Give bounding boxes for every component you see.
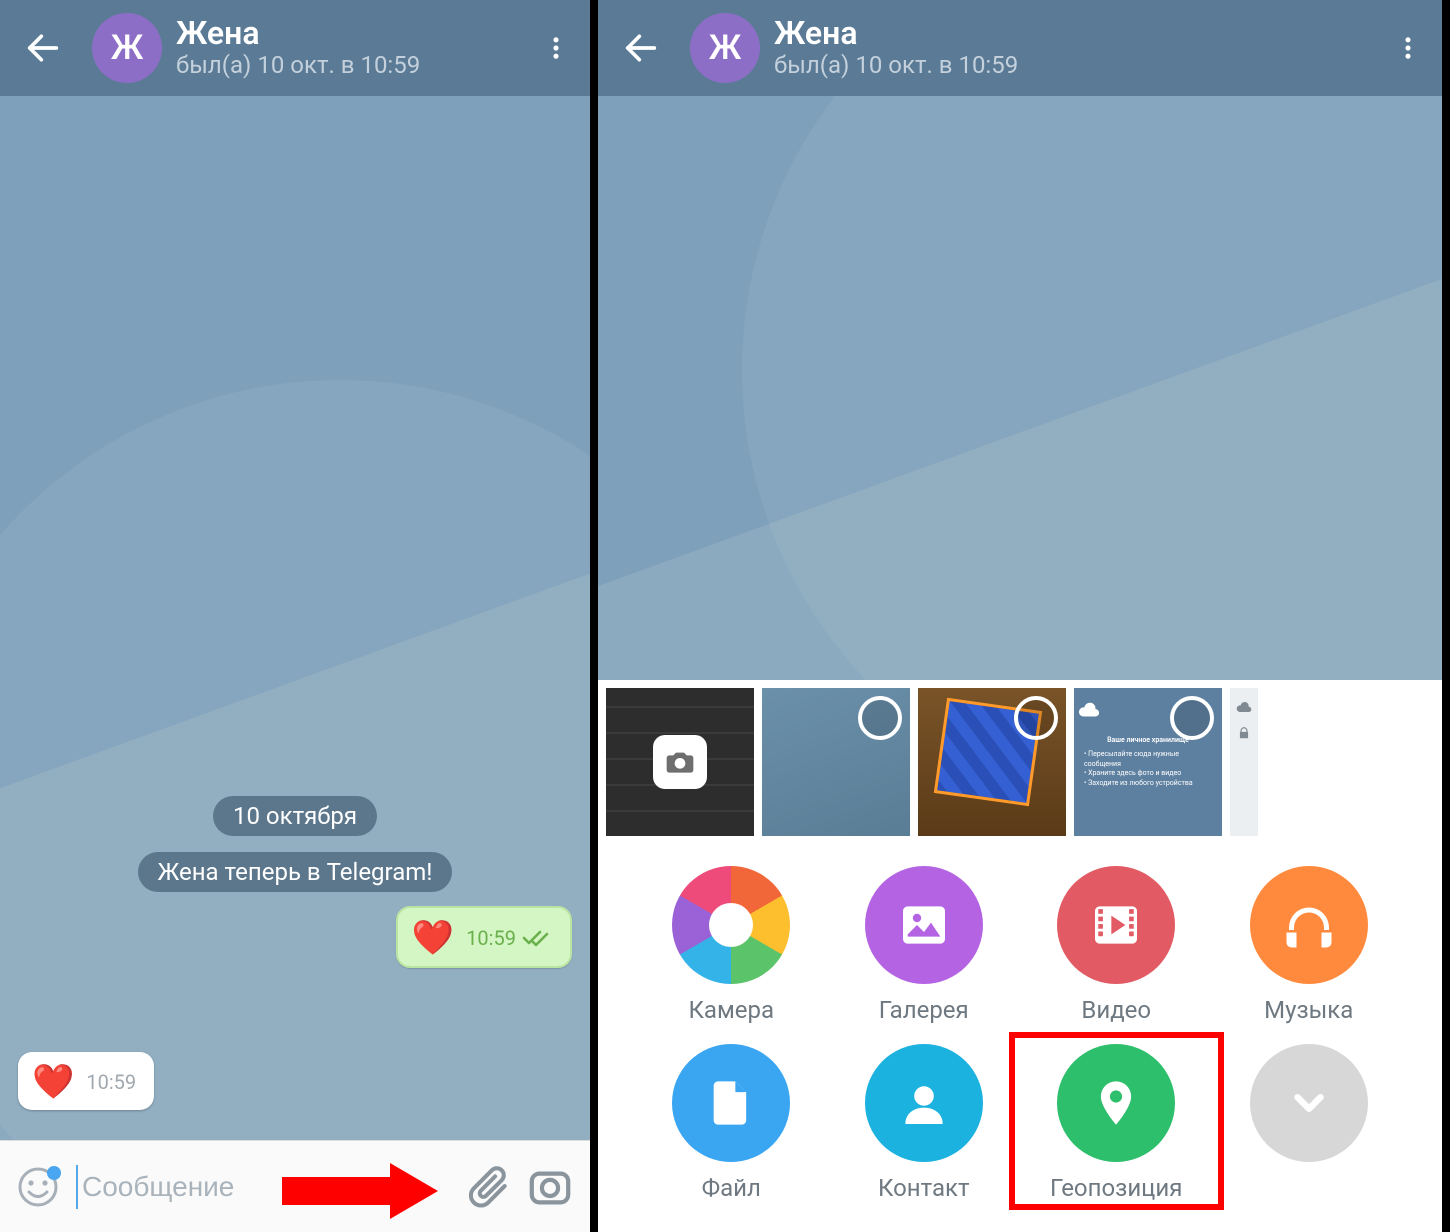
attach-thumb-image[interactable] xyxy=(918,688,1066,836)
attach-item-gallery[interactable]: Галерея xyxy=(831,866,1018,1024)
attach-label: Музыка xyxy=(1264,996,1353,1024)
lock-mini-icon xyxy=(1237,726,1251,740)
input-bar xyxy=(0,1140,590,1232)
paperclip-icon xyxy=(468,1165,512,1209)
emoji-icon xyxy=(17,1164,63,1210)
camera-aperture-icon xyxy=(672,866,790,984)
attach-item-video[interactable]: Видео xyxy=(1023,866,1210,1024)
attach-item-camera[interactable]: Камера xyxy=(638,866,825,1024)
header-title-block[interactable]: Жена был(а) 10 окт. в 10:59 xyxy=(774,16,1378,80)
file-icon xyxy=(672,1044,790,1162)
attach-thumb-image[interactable]: Ваше личное хранилище • Пересылайте сюда… xyxy=(1074,688,1222,836)
back-button[interactable] xyxy=(8,13,78,83)
message-emoji: ❤️ xyxy=(32,1062,74,1102)
background-decoration xyxy=(0,380,590,1140)
chevron-down-icon xyxy=(1250,1044,1368,1162)
video-icon xyxy=(1057,866,1175,984)
arrow-left-icon xyxy=(23,28,63,68)
emoji-button[interactable] xyxy=(10,1157,70,1217)
chat-screen-left: Ж Жена был(а) 10 окт. в 10:59 10 октября… xyxy=(0,0,598,1232)
more-button[interactable] xyxy=(1378,18,1438,78)
location-pin-icon xyxy=(1057,1044,1175,1162)
attach-thumb-image[interactable] xyxy=(1230,688,1258,836)
message-time: 10:59 xyxy=(466,926,516,950)
cloud-icon xyxy=(1074,700,1104,722)
chat-area[interactable]: 10 октября Жена теперь в Telegram! ❤️ 10… xyxy=(0,96,590,1140)
attach-label: Видео xyxy=(1081,996,1151,1024)
header-title-block[interactable]: Жена был(а) 10 окт. в 10:59 xyxy=(176,16,526,80)
contact-icon xyxy=(865,1044,983,1162)
date-label: 10 октября xyxy=(213,796,377,836)
attach-label: Геопозиция xyxy=(1050,1174,1182,1202)
message-time: 10:59 xyxy=(86,1070,136,1094)
last-seen: был(а) 10 окт. в 10:59 xyxy=(176,51,526,80)
more-vertical-icon xyxy=(542,34,570,62)
camera-button[interactable] xyxy=(520,1157,580,1217)
headphones-icon xyxy=(1250,866,1368,984)
join-label: Жена теперь в Telegram! xyxy=(138,852,453,892)
attach-thumb-camera[interactable] xyxy=(606,688,754,836)
arrow-left-icon xyxy=(621,28,661,68)
camera-shutter-icon xyxy=(653,735,707,789)
more-button[interactable] xyxy=(526,18,586,78)
attach-label: Файл xyxy=(702,1174,761,1202)
attach-label: Камера xyxy=(688,996,774,1024)
thumb-select-icon xyxy=(858,696,902,740)
chat-header: Ж Жена был(а) 10 окт. в 10:59 xyxy=(598,0,1442,96)
more-vertical-icon xyxy=(1394,34,1422,62)
attach-item-file[interactable]: Файл xyxy=(638,1044,825,1204)
chat-title: Жена xyxy=(774,16,1378,51)
message-input[interactable] xyxy=(76,1165,460,1209)
date-separator: 10 октября xyxy=(0,796,590,836)
thumb-select-icon xyxy=(1014,696,1058,740)
gallery-icon xyxy=(865,866,983,984)
outgoing-message[interactable]: ❤️ 10:59 xyxy=(396,906,572,968)
read-check-icon xyxy=(522,928,552,948)
incoming-message[interactable]: ❤️ 10:59 xyxy=(18,1052,154,1110)
background-decoration xyxy=(742,96,1442,680)
attach-thumbnails: Ваше личное хранилище • Пересылайте сюда… xyxy=(598,688,1442,844)
service-message: Жена теперь в Telegram! xyxy=(0,852,590,892)
avatar[interactable]: Ж xyxy=(92,13,162,83)
camera-icon xyxy=(527,1164,573,1210)
chat-header: Ж Жена был(а) 10 окт. в 10:59 xyxy=(0,0,590,96)
cloud-mini-icon xyxy=(1236,700,1252,716)
back-button[interactable] xyxy=(606,13,676,83)
avatar[interactable]: Ж xyxy=(690,13,760,83)
last-seen: был(а) 10 окт. в 10:59 xyxy=(774,51,1378,80)
attach-label: Галерея xyxy=(879,996,969,1024)
attach-collapse-button[interactable] xyxy=(1216,1044,1403,1204)
chat-title: Жена xyxy=(176,16,526,51)
attach-button[interactable] xyxy=(460,1157,520,1217)
attach-item-music[interactable]: Музыка xyxy=(1216,866,1403,1024)
chat-screen-right: Ж Жена был(а) 10 окт. в 10:59 xyxy=(598,0,1442,1232)
message-emoji: ❤️ xyxy=(412,918,454,958)
attach-panel: Ваше личное хранилище • Пересылайте сюда… xyxy=(598,680,1442,1232)
attach-item-contact[interactable]: Контакт xyxy=(831,1044,1018,1204)
attach-label: Контакт xyxy=(878,1174,970,1202)
attach-grid: Камера Галерея Видео Музыка xyxy=(598,844,1442,1204)
chat-area[interactable] xyxy=(598,96,1442,680)
attach-item-location[interactable]: Геопозиция xyxy=(1009,1032,1224,1210)
thumb-select-icon xyxy=(1170,696,1214,740)
attach-thumb-image[interactable] xyxy=(762,688,910,836)
